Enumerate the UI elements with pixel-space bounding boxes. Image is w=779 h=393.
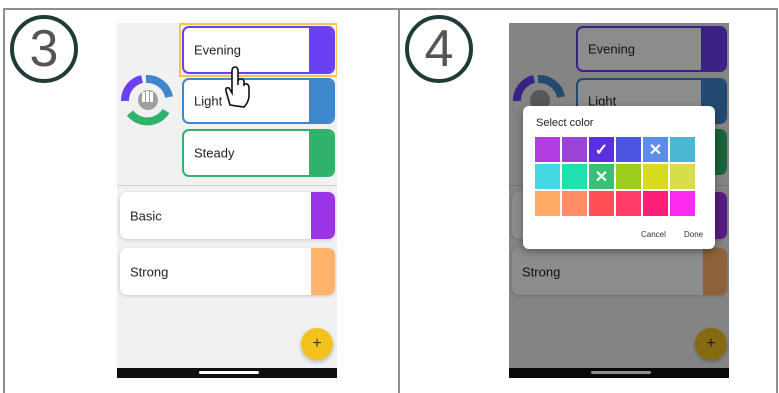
- color-swatch[interactable]: [311, 248, 335, 295]
- color-option[interactable]: [535, 164, 560, 189]
- close-icon: ✕: [594, 168, 609, 186]
- preset-basic[interactable]: Basic: [120, 192, 335, 239]
- color-grid: ✓ ✕ ✕: [535, 137, 695, 216]
- color-option[interactable]: [616, 164, 641, 189]
- close-icon: ✕: [648, 141, 663, 159]
- color-option[interactable]: [535, 137, 560, 162]
- home-indicator[interactable]: [199, 371, 259, 374]
- preset-light[interactable]: Light: [182, 78, 335, 124]
- color-option[interactable]: [616, 191, 641, 216]
- divider: [117, 185, 337, 186]
- app-logo-icon: [121, 74, 173, 126]
- check-icon: ✓: [594, 141, 609, 159]
- color-option[interactable]: ✕: [643, 137, 668, 162]
- tap-highlight: [179, 23, 337, 77]
- color-option[interactable]: ✓: [589, 137, 614, 162]
- system-nav-bar: [117, 368, 337, 378]
- color-swatch[interactable]: [309, 80, 333, 122]
- color-option[interactable]: [643, 191, 668, 216]
- color-swatch[interactable]: [309, 131, 333, 175]
- select-color-dialog: Select color ✓ ✕ ✕ Cancel Done: [523, 106, 715, 249]
- hand-pointer-icon: [225, 66, 250, 108]
- color-option[interactable]: [670, 164, 695, 189]
- color-option[interactable]: ✕: [589, 164, 614, 189]
- step-number: 3: [10, 15, 78, 83]
- done-button[interactable]: Done: [684, 230, 703, 239]
- step-number: 4: [405, 15, 473, 83]
- color-option[interactable]: [616, 137, 641, 162]
- dialog-title: Select color: [536, 117, 594, 129]
- color-option[interactable]: [562, 137, 587, 162]
- phone-screen-3: Evening Light Steady Basic Strong +: [117, 23, 337, 378]
- color-option[interactable]: [670, 191, 695, 216]
- preset-label: Steady: [194, 145, 235, 161]
- add-button[interactable]: +: [301, 328, 333, 360]
- color-option[interactable]: [643, 164, 668, 189]
- color-swatch[interactable]: [311, 192, 335, 239]
- color-option[interactable]: [535, 191, 560, 216]
- color-option[interactable]: [562, 191, 587, 216]
- preset-label: Light: [194, 93, 223, 109]
- phone-screen-4: Evening Light Strong + Select color ✓ ✕ ✕ …: [509, 23, 729, 378]
- preset-steady[interactable]: Steady: [182, 129, 335, 177]
- preset-label: Strong: [130, 264, 169, 279]
- preset-strong[interactable]: Strong: [120, 248, 335, 295]
- color-option[interactable]: [670, 137, 695, 162]
- color-option[interactable]: [562, 164, 587, 189]
- color-option[interactable]: [589, 191, 614, 216]
- preset-label: Basic: [130, 208, 162, 223]
- cancel-button[interactable]: Cancel: [641, 230, 666, 239]
